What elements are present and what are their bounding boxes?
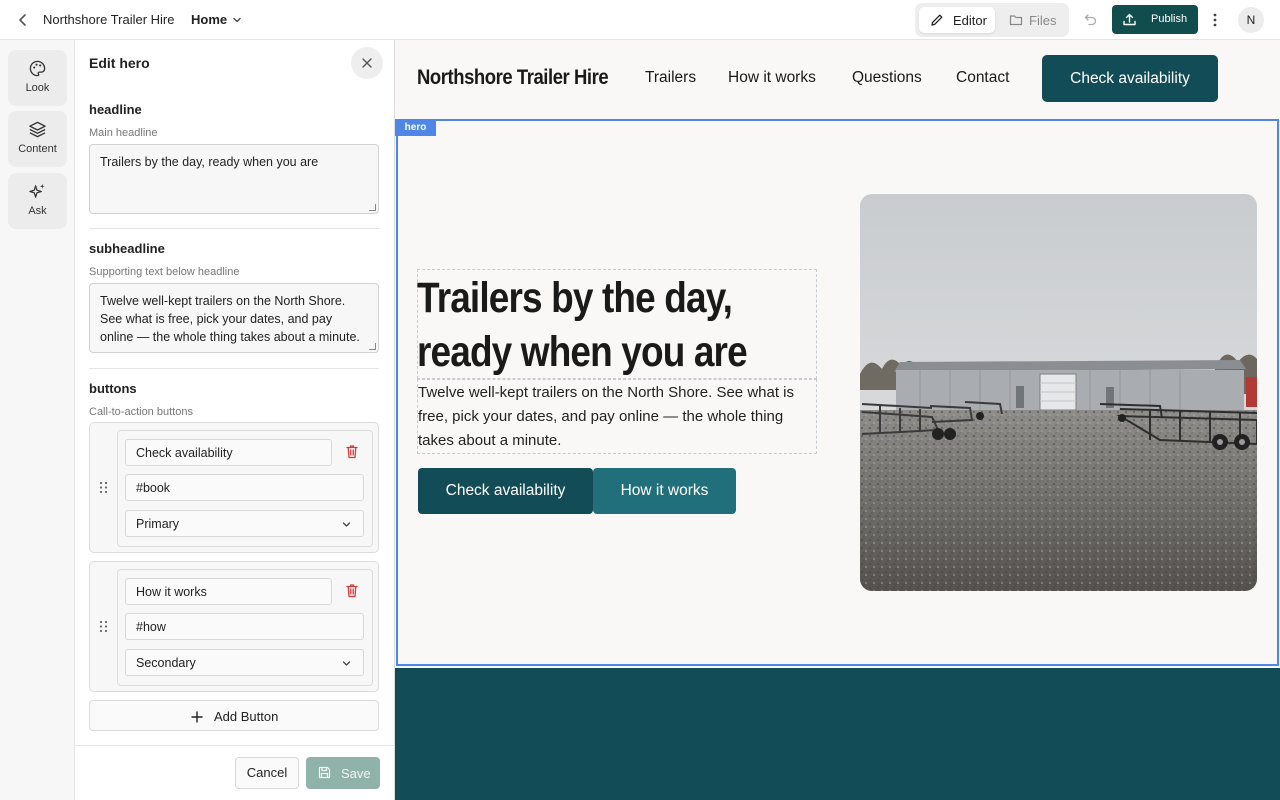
subheadline-textarea[interactable]: Twelve well-kept trailers on the North S…: [89, 283, 379, 353]
hero-how-it-works-button[interactable]: How it works: [593, 468, 736, 514]
undo-icon[interactable]: [1083, 12, 1098, 27]
headline-textarea[interactable]: Trailers by the day, ready when you are: [89, 144, 379, 214]
resize-grip-icon[interactable]: [369, 343, 376, 350]
files-mode-button[interactable]: Files: [1003, 7, 1065, 33]
nav-link-questions[interactable]: Questions: [852, 69, 922, 87]
rail-item-ask[interactable]: Ask: [8, 173, 67, 229]
chevron-down-icon: [341, 658, 352, 669]
chevron-down-icon: [341, 519, 352, 530]
button-card: Check availability #book Primary: [89, 422, 379, 553]
subheadline-section-title: subheadline: [89, 241, 165, 256]
buttons-section-subtitle: Call-to-action buttons: [89, 406, 193, 418]
site-header: Northshore Trailer Hire Trailers How it …: [395, 40, 1280, 118]
close-button[interactable]: [351, 47, 383, 79]
button-card: How it works #how Secondary: [89, 561, 379, 692]
divider: [89, 228, 379, 229]
nav-link-trailers[interactable]: Trailers: [645, 69, 696, 87]
cancel-button[interactable]: Cancel: [235, 757, 299, 789]
layers-icon: [28, 120, 47, 139]
rail-item-label: Look: [25, 82, 50, 94]
divider: [89, 368, 379, 369]
headline-textarea-value: Trailers by the day, ready when you are: [100, 155, 319, 169]
nav-link-how-it-works[interactable]: How it works: [728, 69, 816, 87]
divider: [75, 745, 395, 746]
next-section: [395, 668, 1280, 800]
folder-icon: [1009, 13, 1023, 27]
plus-icon: [191, 710, 203, 723]
subheadline-textarea-value: Twelve well-kept trailers on the North S…: [100, 294, 360, 344]
drag-handle-icon[interactable]: [99, 620, 108, 633]
rail-item-content[interactable]: Content: [8, 111, 67, 167]
publish-label: Publish: [1151, 13, 1188, 25]
rail-item-look[interactable]: Look: [8, 50, 67, 106]
trash-icon[interactable]: [345, 583, 359, 598]
headline-section-title: headline: [89, 102, 142, 117]
files-mode-label: Files: [1029, 13, 1057, 28]
button-fields: How it works #how Secondary: [117, 569, 373, 686]
close-icon: [362, 58, 372, 68]
button-style-select[interactable]: Secondary: [125, 649, 364, 676]
upload-icon: [1122, 12, 1137, 27]
button-label-input[interactable]: Check availability: [125, 439, 332, 466]
button-style-value: Primary: [136, 517, 180, 531]
save-label: Save: [341, 766, 371, 781]
left-rail: Look Content Ask: [0, 40, 75, 800]
button-label-input[interactable]: How it works: [125, 578, 332, 605]
button-style-value: Secondary: [136, 656, 196, 670]
drag-handle-icon[interactable]: [99, 481, 108, 494]
mode-switch: Editor Files: [915, 3, 1069, 37]
hero-headline[interactable]: Trailers by the day, ready when you are: [417, 271, 761, 379]
button-fields: Check availability #book Primary: [117, 430, 373, 547]
top-bar: Northshore Trailer Hire Home Editor File…: [0, 0, 1280, 40]
editor-mode-button[interactable]: Editor: [919, 7, 995, 33]
chevron-down-icon[interactable]: [231, 13, 243, 25]
section-tag: hero: [395, 119, 436, 136]
button-link-input[interactable]: #how: [125, 613, 364, 640]
subheadline-section-subtitle: Supporting text below headline: [89, 266, 240, 278]
hero-check-availability-button[interactable]: Check availability: [418, 468, 593, 514]
hero-image: [860, 194, 1257, 591]
hero-subheadline[interactable]: Twelve well-kept trailers on the North S…: [418, 381, 814, 453]
panel-title: Edit hero: [89, 55, 150, 71]
nav-link-contact[interactable]: Contact: [956, 69, 1009, 87]
site-brand[interactable]: Northshore Trailer Hire: [417, 66, 609, 90]
editor-mode-label: Editor: [953, 13, 987, 28]
headline-section-subtitle: Main headline: [89, 127, 158, 139]
site-preview: Northshore Trailer Hire Trailers How it …: [395, 40, 1280, 800]
trash-icon[interactable]: [345, 444, 359, 459]
button-style-select[interactable]: Primary: [125, 510, 364, 537]
publish-button[interactable]: Publish: [1112, 5, 1198, 34]
chevron-left-icon[interactable]: [14, 11, 32, 29]
rail-item-label: Ask: [28, 205, 47, 217]
save-button[interactable]: Save: [306, 757, 380, 789]
palette-icon: [28, 59, 47, 78]
resize-grip-icon[interactable]: [369, 204, 376, 211]
add-button-label: Add Button: [214, 709, 279, 724]
avatar[interactable]: N: [1238, 7, 1264, 33]
button-link-input[interactable]: #book: [125, 474, 364, 501]
site-name: Northshore Trailer Hire: [43, 12, 175, 27]
buttons-section-title: buttons: [89, 381, 137, 396]
add-button-button[interactable]: Add Button: [89, 700, 379, 731]
pencil-icon: [930, 13, 944, 27]
nav-check-availability-button[interactable]: Check availability: [1042, 55, 1218, 102]
more-options-icon[interactable]: [1206, 11, 1224, 29]
trailer-yard-photo: [860, 194, 1257, 591]
page-selector[interactable]: Home: [191, 12, 227, 27]
sparkles-icon: [28, 182, 47, 201]
rail-item-label: Content: [18, 143, 57, 155]
edit-panel: Edit hero headline Main headline Trailer…: [75, 40, 395, 800]
save-icon: [318, 766, 331, 779]
